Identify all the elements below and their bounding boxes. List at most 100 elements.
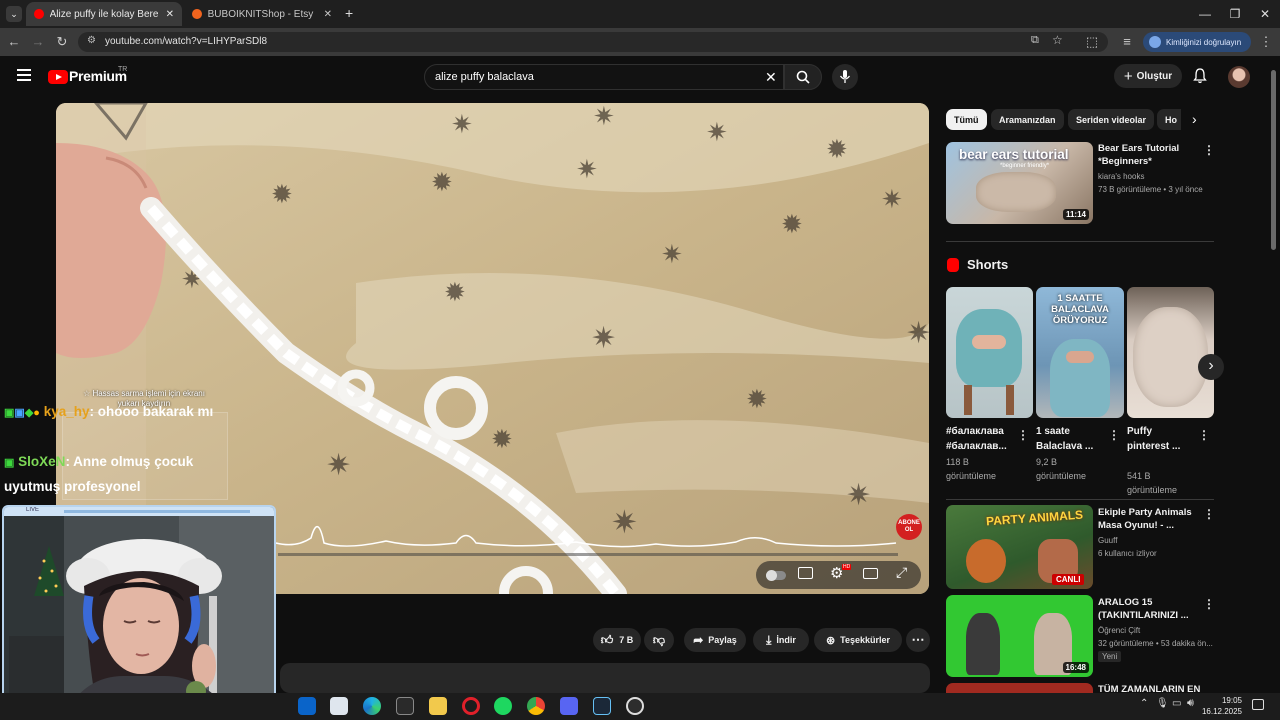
minimize-window-icon[interactable]: — xyxy=(1190,4,1220,24)
dislike-button[interactable]: 👎︎ xyxy=(644,628,674,652)
recommendation-video[interactable]: PARTY ANIMALS CANLI Ekiple Party Animals… xyxy=(946,505,1215,589)
chips-next-chevron-icon[interactable]: › xyxy=(1192,111,1197,127)
more-options-icon[interactable]: ⋮ xyxy=(1108,428,1120,442)
video-duration: 11:14 xyxy=(1062,209,1089,220)
tab-search-button[interactable]: ⌄ xyxy=(6,6,22,22)
short-views: 541 B görüntüleme xyxy=(1127,471,1178,495)
network-icon[interactable]: ▭ xyxy=(1172,698,1181,709)
search-icon xyxy=(796,70,810,84)
new-tab-button[interactable]: + xyxy=(345,5,353,21)
extensions-icon[interactable]: ⬚ xyxy=(1084,34,1100,50)
svg-text:✷: ✷ xyxy=(576,154,598,184)
close-window-icon[interactable]: ✕ xyxy=(1250,4,1280,24)
forward-arrow-icon[interactable]: → xyxy=(30,34,46,50)
chip-from-search[interactable]: Aramanızdan xyxy=(991,109,1064,130)
browser-tab-etsy[interactable]: BUBOIKNITShop - Etsy ✕ xyxy=(184,2,340,26)
share-button[interactable]: ➦ Paylaş xyxy=(684,628,746,652)
svg-text:✷: ✷ xyxy=(881,184,903,214)
svg-text:✷: ✷ xyxy=(593,103,615,131)
svg-text:✷: ✷ xyxy=(906,317,929,350)
windows-taskbar: ⌃ 🎙︎ ▭ 🔊︎ 19:05 16.12.2025 xyxy=(0,693,1280,720)
clear-search-icon[interactable]: ✕ xyxy=(765,69,777,86)
file-explorer-icon[interactable] xyxy=(429,697,447,715)
recommendation-video[interactable]: TÜM ZAMANLARIN EN xyxy=(946,683,1214,693)
microphone-icon xyxy=(839,70,851,83)
reading-list-icon[interactable]: ≡ xyxy=(1119,34,1135,50)
shorts-next-button[interactable]: › xyxy=(1198,354,1224,380)
download-button[interactable]: ⤓ İndir xyxy=(753,628,809,652)
more-options-icon[interactable]: ⋮ xyxy=(1198,428,1210,442)
epic-games-icon[interactable] xyxy=(396,697,414,715)
back-arrow-icon[interactable]: ← xyxy=(6,34,22,50)
thanks-button[interactable]: ⊛ Teşekkürler xyxy=(814,628,902,652)
search-input[interactable]: alize puffy balaclava ✕ xyxy=(424,64,784,90)
create-button[interactable]: + Oluştur xyxy=(1114,64,1182,88)
more-options-icon[interactable]: ⋮ xyxy=(1203,143,1215,157)
svg-text:✷: ✷ xyxy=(326,449,351,482)
svg-text:✷: ✷ xyxy=(591,322,616,355)
discord-icon[interactable] xyxy=(560,697,578,715)
system-clock[interactable]: 19:05 16.12.2025 xyxy=(1200,695,1242,717)
theater-mode-icon[interactable] xyxy=(863,568,878,579)
svg-text:✹: ✹ xyxy=(444,277,466,307)
fullscreen-icon[interactable]: ⤢ xyxy=(896,564,907,581)
notifications-bell-icon[interactable] xyxy=(1192,68,1208,84)
spotify-icon[interactable] xyxy=(494,697,512,715)
hamburger-menu-icon[interactable] xyxy=(17,69,31,81)
subscribe-badge[interactable]: ABONE OL xyxy=(896,514,922,540)
more-options-icon[interactable]: ⋮ xyxy=(1203,597,1215,611)
share-arrow-icon: ➦ xyxy=(693,633,704,647)
recommendation-video[interactable]: bear ears tutorial *beginner friendly* 1… xyxy=(946,142,1215,226)
autoplay-toggle[interactable] xyxy=(766,570,786,581)
more-options-icon[interactable]: ⋮ xyxy=(1203,507,1215,521)
store-icon[interactable] xyxy=(330,697,348,715)
address-bar[interactable]: ⚙ youtube.com/watch?v=LIHYParSDl8 ⧉ ☆ xyxy=(78,32,1108,52)
more-actions-button[interactable]: ⋯ xyxy=(906,628,930,652)
obs-icon[interactable] xyxy=(626,697,644,715)
video-thumbnail: PARTY ANIMALS CANLI xyxy=(946,505,1093,589)
voice-search-button[interactable] xyxy=(832,64,858,90)
site-info-icon[interactable]: ⚙ xyxy=(87,35,96,46)
chip-more[interactable]: Ho xyxy=(1157,109,1181,130)
subscribe-badge-label: ABONE OL xyxy=(898,520,920,533)
close-tab-icon[interactable]: ✕ xyxy=(166,9,174,20)
svg-text:✹: ✹ xyxy=(271,179,293,209)
chip-all[interactable]: Tümü xyxy=(946,109,987,130)
reload-icon[interactable]: ↻ xyxy=(54,34,70,50)
restore-window-icon[interactable]: ❐ xyxy=(1220,4,1250,24)
recommendation-video[interactable]: 16:48 ARALOG 15 (TAKINTILARINIZI ... Öğr… xyxy=(946,595,1215,679)
account-avatar[interactable] xyxy=(1228,66,1250,88)
bookmark-star-icon[interactable]: ☆ xyxy=(1052,33,1063,47)
video-title: TÜM ZAMANLARIN EN xyxy=(1098,684,1201,693)
chrome-icon[interactable] xyxy=(527,697,545,715)
description-box[interactable] xyxy=(280,663,930,693)
close-tab-icon[interactable]: ✕ xyxy=(324,9,332,20)
short-thumbnail[interactable] xyxy=(1127,287,1214,418)
edge-icon[interactable] xyxy=(363,697,381,715)
volume-icon[interactable]: 🔊︎ xyxy=(1187,697,1194,710)
subtitles-icon[interactable] xyxy=(798,567,813,579)
search-button[interactable] xyxy=(784,64,822,90)
chip-series-videos[interactable]: Seriden videolar xyxy=(1068,109,1155,130)
verify-identity-button[interactable]: Kimliğinizi doğrulayın xyxy=(1143,32,1251,52)
show-hidden-icons-chevron[interactable]: ⌃ xyxy=(1140,698,1148,709)
video-thumbnail xyxy=(946,683,1093,693)
browser-menu-icon[interactable]: ⋮ xyxy=(1258,34,1274,50)
page-scrollbar[interactable] xyxy=(1271,70,1276,250)
opera-icon[interactable] xyxy=(462,697,480,715)
cast-icon[interactable]: ⧉ xyxy=(1031,34,1039,47)
microphone-tray-icon[interactable]: 🎙︎ xyxy=(1156,698,1169,709)
divider xyxy=(946,241,1214,242)
short-thumbnail[interactable]: 1 SAATTE BALACLAVA ÖRÜYORUZ xyxy=(1036,287,1124,418)
profile-avatar-icon xyxy=(1149,36,1161,48)
short-thumbnail[interactable] xyxy=(946,287,1033,418)
steam-icon[interactable] xyxy=(593,697,611,715)
channel-name: Öğrenci Çift xyxy=(1098,626,1141,635)
more-options-icon[interactable]: ⋮ xyxy=(1017,428,1029,442)
browser-tab-youtube[interactable]: Alize puffy ile kolay Bere yapımı ✕ xyxy=(26,2,182,26)
notifications-icon[interactable] xyxy=(1252,699,1264,710)
outlook-icon[interactable] xyxy=(298,697,316,715)
thumbs-up-icon: 👍︎ xyxy=(600,632,614,647)
youtube-logo-icon[interactable] xyxy=(48,70,68,84)
like-button[interactable]: 👍︎ 7 B xyxy=(593,628,641,652)
